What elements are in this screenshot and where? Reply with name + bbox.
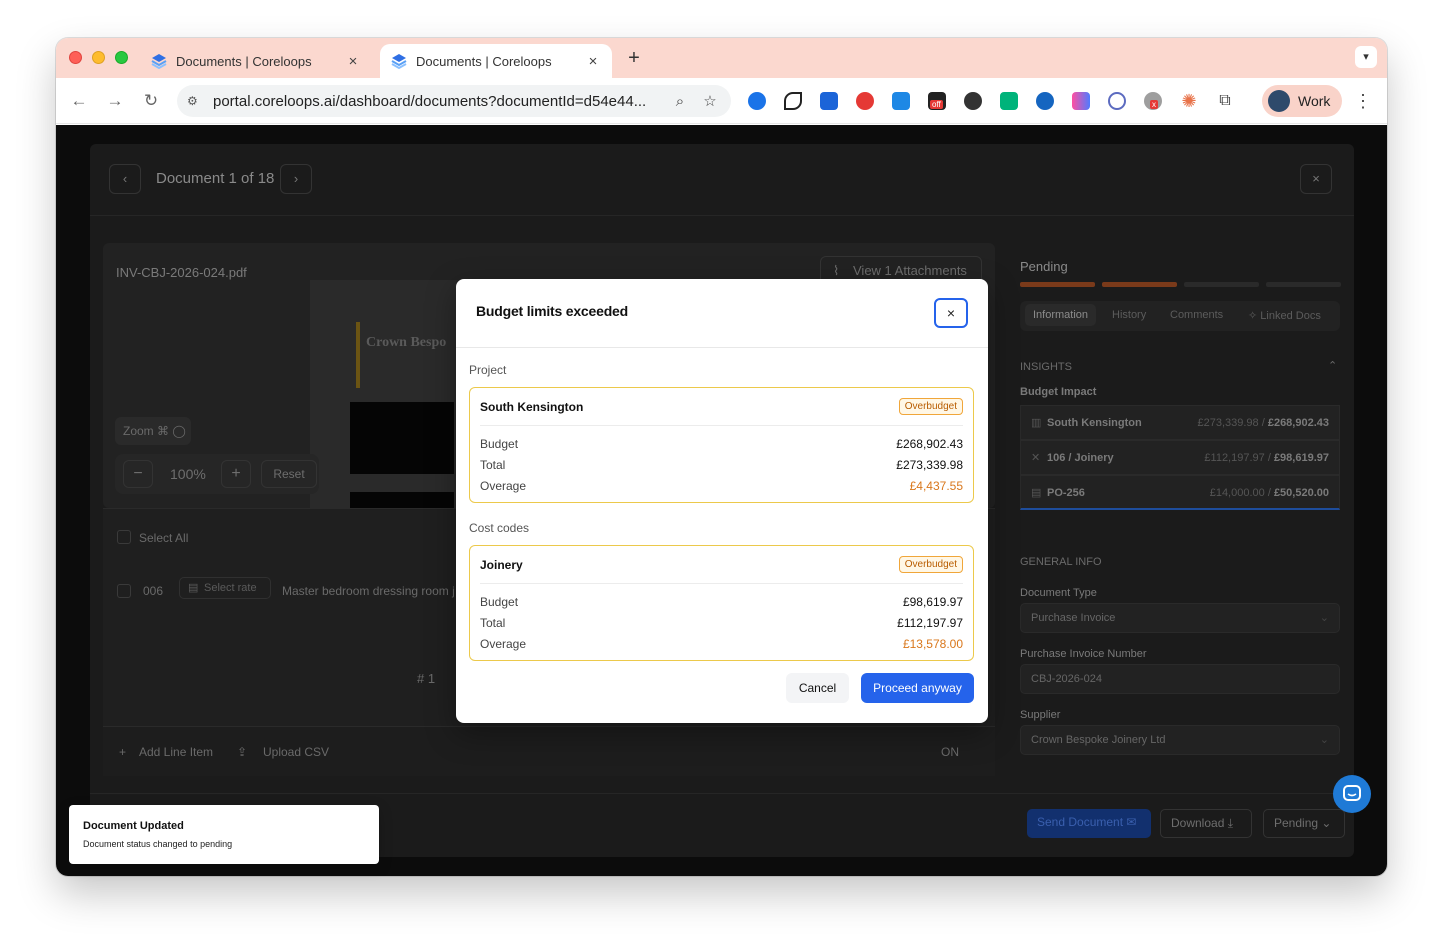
chat-support-button[interactable] xyxy=(1333,775,1371,813)
project-name: South Kensington xyxy=(480,400,584,414)
divider xyxy=(480,583,963,584)
overage-label: Overage xyxy=(480,479,527,493)
budget-exceeded-dialog: Budget limits exceeded × Project South K… xyxy=(456,279,988,723)
cancel-button[interactable]: Cancel xyxy=(786,673,849,703)
close-tab-icon[interactable]: × xyxy=(584,53,602,70)
toast-description: Document status changed to pending xyxy=(83,839,233,849)
profile-label: Work xyxy=(1298,93,1331,109)
tab-title: Documents | Coreloops xyxy=(176,53,312,69)
zoom-magnifier-icon[interactable]: ⌕ xyxy=(669,93,691,110)
budget-value: £268,902.43 xyxy=(896,437,963,451)
back-arrow-icon[interactable]: ← xyxy=(68,90,90,112)
total-value: £273,339.98 xyxy=(896,458,963,472)
proceed-anyway-button[interactable]: Proceed anyway xyxy=(861,673,974,703)
browser-tab-1[interactable]: Documents | Coreloops × xyxy=(140,44,372,78)
browser-toolbar: ← → ↻ ⚙ portal.coreloops.ai/dashboard/do… xyxy=(56,78,1387,124)
waveform-extension-icon[interactable] xyxy=(1072,92,1090,110)
cost-code-name: Joinery xyxy=(480,558,523,572)
close-dialog-button[interactable]: × xyxy=(934,298,968,328)
toast-title: Document Updated xyxy=(83,820,184,832)
new-tab-button[interactable]: + xyxy=(622,47,646,71)
overbudget-badge: Overbudget xyxy=(898,556,963,573)
more-menu-icon[interactable]: ⋮ xyxy=(1354,90,1372,112)
browser-tab-2[interactable]: Documents | Coreloops × xyxy=(380,44,612,78)
close-tab-icon[interactable]: × xyxy=(344,53,362,70)
password-manager-extension-icon[interactable] xyxy=(748,92,766,110)
maximize-window-button[interactable] xyxy=(115,51,128,64)
site-settings-icon[interactable]: ⚙ xyxy=(187,94,203,108)
minimize-window-button[interactable] xyxy=(92,51,105,64)
reload-icon[interactable]: ↻ xyxy=(140,90,162,112)
budget-value: £98,619.97 xyxy=(902,595,963,609)
overage-value: £13,578.00 xyxy=(902,637,963,651)
script-extension-icon[interactable] xyxy=(784,92,802,110)
pokeball-extension-icon[interactable] xyxy=(856,92,874,110)
sparkle-extension-icon[interactable]: ✺ xyxy=(1180,92,1198,110)
coreloops-logo-icon xyxy=(150,52,168,70)
page-viewport: ‹ Document 1 of 18 › × INV-CBJ-2026-024.… xyxy=(56,125,1387,876)
tab-title: Documents | Coreloops xyxy=(416,53,552,69)
grey-extension-icon[interactable]: x xyxy=(1144,92,1162,110)
budget-label: Budget xyxy=(480,595,519,609)
profile-button[interactable]: Work xyxy=(1262,85,1342,117)
divider xyxy=(480,425,963,426)
budget-label: Budget xyxy=(480,437,519,451)
tab-search-chevron-icon[interactable]: ▾ xyxy=(1355,46,1377,68)
dialog-header: Budget limits exceeded × xyxy=(456,279,988,348)
c-extension-icon[interactable] xyxy=(1036,92,1054,110)
cost-code-card: Joinery Overbudget Budget £98,619.97 Tot… xyxy=(469,545,974,661)
dialog-title: Budget limits exceeded xyxy=(476,303,628,319)
browser-window: Documents | Coreloops × Documents | Core… xyxy=(56,38,1387,876)
project-card: South Kensington Overbudget Budget £268,… xyxy=(469,387,974,503)
overage-value: £4,437.55 xyxy=(909,479,963,493)
green-extension-icon[interactable] xyxy=(1000,92,1018,110)
url-text[interactable]: portal.coreloops.ai/dashboard/documents?… xyxy=(213,93,661,110)
address-bar[interactable]: ⚙ portal.coreloops.ai/dashboard/document… xyxy=(177,85,731,117)
total-label: Total xyxy=(480,458,506,472)
chat-icon xyxy=(1343,785,1361,801)
coreloops-logo-icon xyxy=(390,52,408,70)
close-window-button[interactable] xyxy=(69,51,82,64)
download-extension-icon[interactable] xyxy=(892,92,910,110)
overbudget-badge: Overbudget xyxy=(898,398,963,415)
forward-arrow-icon[interactable]: → xyxy=(104,90,126,112)
puzzle-extensions-icon[interactable]: ⧉ xyxy=(1216,92,1234,110)
overage-label: Overage xyxy=(480,637,527,651)
off-extension-icon[interactable]: off xyxy=(928,92,946,110)
circle-extension-icon[interactable] xyxy=(1108,92,1126,110)
bookmark-star-icon[interactable]: ☆ xyxy=(699,92,721,110)
cost-codes-section-label: Cost codes xyxy=(469,521,530,535)
avatar xyxy=(1268,90,1290,112)
project-section-label: Project xyxy=(469,363,507,377)
tab-strip: Documents | Coreloops × Documents | Core… xyxy=(56,38,1387,78)
total-label: Total xyxy=(480,616,506,630)
snowflake-extension-icon[interactable] xyxy=(820,92,838,110)
toast-notification[interactable]: Document Updated Document status changed… xyxy=(69,805,379,864)
total-value: £112,197.97 xyxy=(897,616,963,630)
disc-extension-icon[interactable] xyxy=(964,92,982,110)
